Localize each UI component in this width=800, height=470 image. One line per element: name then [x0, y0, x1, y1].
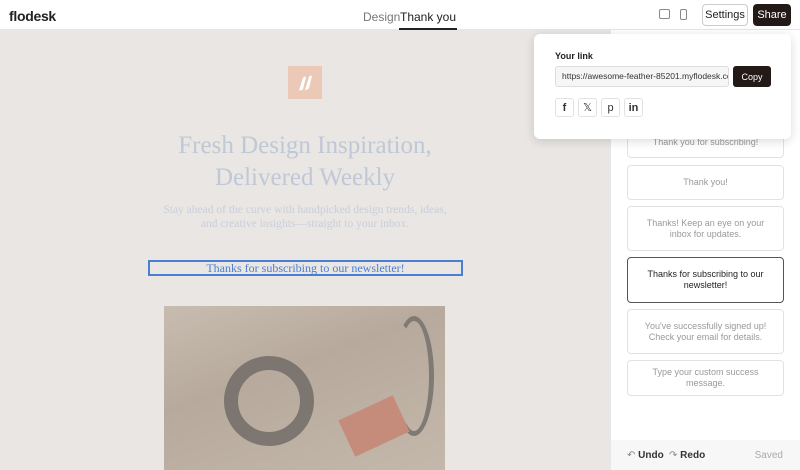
your-link-label: Your link: [555, 51, 593, 61]
custom-message-input[interactable]: Type your custom success message.: [627, 360, 784, 396]
share-popup: Your link https://awesome-feather-85201.…: [534, 34, 791, 139]
tab-design[interactable]: Design: [363, 10, 400, 24]
message-option-selected[interactable]: Thanks for subscribing to our newsletter…: [627, 257, 784, 303]
headline[interactable]: Fresh Design Inspiration, Delivered Week…: [150, 130, 460, 194]
tab-thank-you[interactable]: Thank you: [398, 10, 458, 30]
message-option[interactable]: Thank you!: [627, 165, 784, 200]
top-bar: flodesk Design Thank you Settings Share: [0, 0, 800, 30]
logo-mark-icon: [299, 75, 312, 90]
redo-label: Redo: [680, 450, 706, 461]
pinterest-icon[interactable]: p: [601, 98, 620, 117]
brand-logo: [288, 66, 322, 99]
success-message-block[interactable]: Thanks for subscribing to our newsletter…: [148, 260, 463, 276]
linkedin-icon[interactable]: in: [624, 98, 643, 117]
panel-footer: ↶ Undo ↷ Redo Saved: [611, 440, 800, 470]
headphones-shape: [224, 356, 314, 446]
redo-icon: ↷: [669, 450, 678, 461]
undo-label: Undo: [638, 450, 664, 461]
share-button[interactable]: Share: [753, 4, 791, 26]
subtitle[interactable]: Stay ahead of the curve with handpicked …: [160, 203, 450, 231]
copy-button[interactable]: Copy: [733, 66, 771, 87]
redo-button[interactable]: ↷ Redo: [669, 450, 705, 461]
desktop-preview-icon[interactable]: [659, 9, 670, 19]
settings-button[interactable]: Settings: [702, 4, 748, 26]
mobile-preview-icon[interactable]: [680, 9, 687, 20]
share-link-field[interactable]: https://awesome-feather-85201.myflodesk.…: [555, 66, 729, 87]
message-option[interactable]: Thanks! Keep an eye on your inbox for up…: [627, 206, 784, 251]
app-logo[interactable]: flodesk: [9, 8, 56, 24]
message-option[interactable]: You've successfully signed up! Check you…: [627, 309, 784, 354]
facebook-icon[interactable]: f: [555, 98, 574, 117]
hero-image[interactable]: [164, 306, 445, 470]
undo-icon: ↶: [627, 450, 636, 461]
undo-button[interactable]: ↶ Undo: [627, 450, 664, 461]
save-status: Saved: [754, 450, 783, 461]
x-icon[interactable]: 𝕏: [578, 98, 597, 117]
editor-canvas: Fresh Design Inspiration, Delivered Week…: [0, 30, 610, 470]
